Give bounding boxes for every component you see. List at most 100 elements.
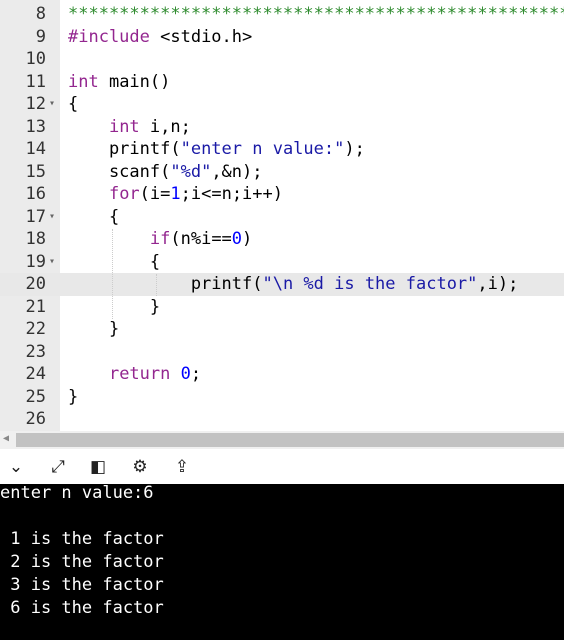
code-line[interactable]: 19 ▾ { — [0, 251, 564, 274]
code-line[interactable]: 25} — [0, 386, 564, 409]
code-token: } — [68, 319, 120, 339]
line-number: 20 — [25, 274, 46, 294]
line-number: 14 — [25, 139, 46, 159]
code-line[interactable]: 17 ▾ { — [0, 206, 564, 229]
code-token: "enter n value:" — [180, 139, 345, 159]
code-token: if — [149, 229, 171, 249]
code-token: scanf( — [68, 161, 171, 182]
code-text: } — [68, 318, 119, 341]
code-line[interactable]: 22 } — [0, 318, 564, 341]
code-text: { — [68, 251, 160, 274]
code-line[interactable]: 9 #include <stdio.h> — [0, 26, 564, 49]
indent-guide — [156, 274, 157, 296]
code-token: ,i); — [477, 274, 519, 294]
share-button[interactable]: ⇪ — [168, 455, 196, 479]
output-console[interactable]: enter n value:6 1 is the factor 2 is the… — [0, 484, 564, 640]
code-editor[interactable]: 8 ***************************************… — [0, 0, 564, 431]
code-line[interactable]: 23 — [0, 341, 564, 364]
code-token: printf( — [68, 139, 181, 159]
code-token: i,n; — [139, 116, 191, 137]
line-number: 23 — [25, 341, 46, 362]
code-text: ****************************************… — [68, 3, 564, 26]
code-line[interactable]: 13 int i,n; — [0, 116, 564, 139]
scrollbar-thumb[interactable] — [16, 433, 564, 447]
expand-icon: ⤢ — [51, 457, 65, 477]
indent-guide — [112, 229, 113, 319]
code-token: ;i<=n;i++) — [180, 184, 283, 204]
code-token: { — [68, 94, 79, 114]
console-line: enter n value:6 — [0, 484, 154, 503]
code-line[interactable]: 24 return 0; — [0, 363, 564, 386]
maximize-button[interactable]: ⤢ — [44, 455, 72, 479]
code-line[interactable]: 10 — [0, 48, 564, 71]
scroll-left-icon[interactable]: ◀ — [3, 433, 9, 444]
code-token: main() — [98, 71, 171, 92]
code-token: int — [108, 116, 140, 137]
code-text: int i,n; — [68, 116, 191, 139]
code-line[interactable]: 16 for(i=1;i<=n;i++) — [0, 183, 564, 206]
console-line: 6 is the factor — [0, 598, 164, 618]
code-line[interactable]: 8 ***************************************… — [0, 3, 564, 26]
code-token: ; — [190, 364, 202, 384]
code-token: 0 — [180, 364, 191, 384]
line-number: 10 — [25, 49, 46, 69]
code-line[interactable]: 20 printf("\n %d is the factor",i); — [0, 273, 564, 296]
code-text: } — [68, 296, 160, 319]
share-icon: ⇪ — [174, 457, 190, 477]
code-token: ) — [242, 229, 253, 249]
code-token: { — [68, 206, 120, 227]
fold-arrow-icon[interactable]: ▾ — [49, 251, 55, 274]
horizontal-scrollbar[interactable]: ◀ — [0, 431, 564, 449]
line-number: 18 — [25, 229, 46, 249]
line-number: 26 — [25, 409, 46, 429]
line-number: 12 — [25, 94, 46, 114]
console-line: 3 is the factor — [0, 575, 164, 595]
code-token: ,&n); — [211, 161, 263, 182]
line-number: 13 — [25, 116, 46, 137]
line-number: 15 — [25, 161, 46, 182]
code-token: "\n %d is the factor" — [262, 274, 478, 294]
line-number: 9 — [35, 26, 46, 47]
fold-arrow-icon[interactable]: ▾ — [49, 206, 55, 229]
code-token: { — [68, 251, 161, 272]
code-token: int — [68, 71, 99, 92]
collapse-console-button[interactable]: ⌄ — [2, 455, 30, 479]
code-token: } — [68, 296, 161, 317]
code-text: return 0; — [68, 363, 201, 386]
code-text: scanf("%d",&n); — [68, 161, 263, 184]
layout-button[interactable]: ◧ — [84, 455, 112, 479]
code-text: int main() — [68, 71, 170, 94]
code-line[interactable]: 15 scanf("%d",&n); — [0, 161, 564, 184]
line-number: 19 — [25, 251, 46, 272]
settings-button[interactable]: ⚙ — [126, 455, 154, 479]
code-text: printf("enter n value:"); — [68, 138, 365, 161]
code-text: if(n%i==0) — [68, 228, 252, 251]
code-token: ****************************************… — [68, 4, 564, 24]
line-number: 16 — [25, 184, 46, 204]
code-token: <stdio.h> — [149, 26, 253, 47]
code-line[interactable]: 21 } — [0, 296, 564, 319]
line-number: 11 — [25, 71, 46, 92]
console-toolbar: ⌄ ⤢ ◧ ⚙ ⇪ — [0, 449, 564, 484]
code-line[interactable]: 12 ▾ { — [0, 93, 564, 116]
code-token: } — [68, 386, 79, 407]
code-line[interactable]: 18 if(n%i==0) — [0, 228, 564, 251]
code-token: #include — [68, 26, 150, 47]
code-line[interactable]: 14 printf("enter n value:"); — [0, 138, 564, 161]
code-token: ); — [344, 139, 365, 159]
fold-arrow-icon[interactable]: ▾ — [49, 93, 55, 116]
chevron-down-icon: ⌄ — [8, 457, 24, 477]
code-token: (i= — [139, 184, 171, 204]
code-line[interactable]: 26 — [0, 408, 564, 431]
gear-icon: ⚙ — [132, 457, 148, 477]
code-token: "%d" — [170, 161, 212, 182]
code-token: return — [108, 364, 171, 384]
code-token: for — [108, 184, 140, 204]
code-token: printf( — [68, 274, 263, 294]
code-line[interactable]: 11 int main() — [0, 71, 564, 94]
code-text: } — [68, 386, 78, 409]
